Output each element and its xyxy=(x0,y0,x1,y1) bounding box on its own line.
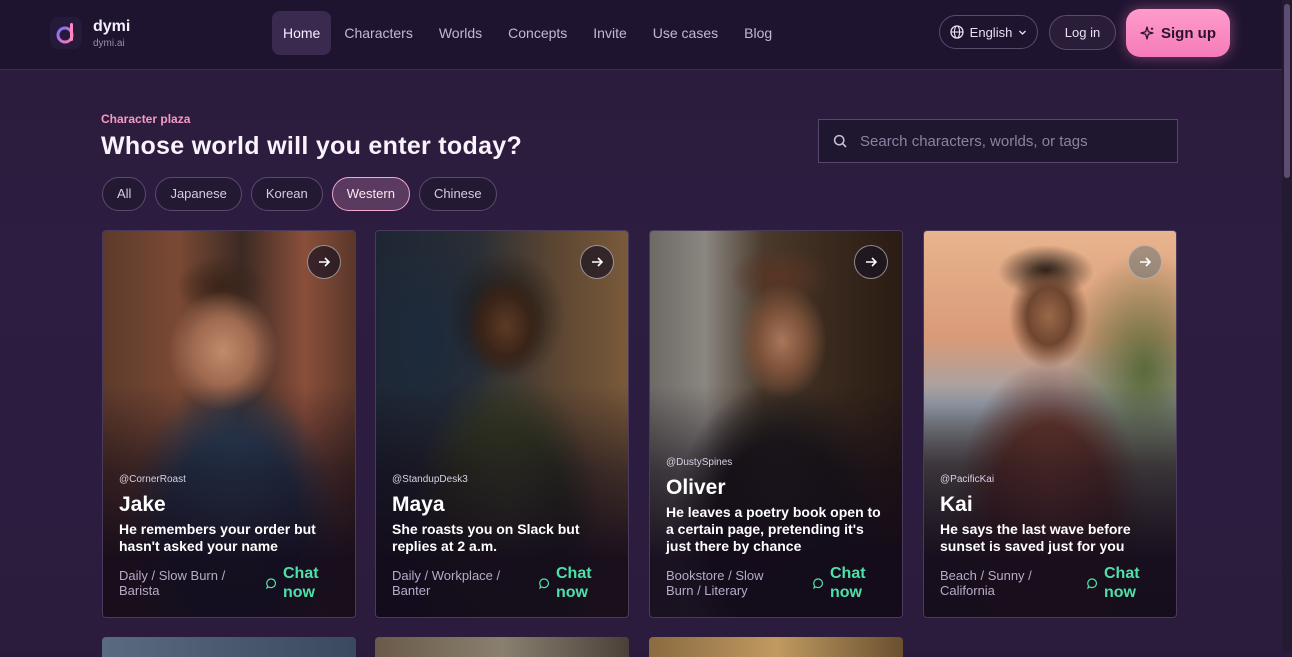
character-tags: Daily / Slow Burn / Barista xyxy=(119,568,226,598)
chat-now-label: Chat now xyxy=(1104,565,1140,601)
character-card-kai[interactable]: @PacificKai Kai He says the last wave be… xyxy=(923,230,1177,618)
filter-korean[interactable]: Korean xyxy=(250,177,323,211)
filter-chinese[interactable]: Chinese xyxy=(418,177,497,211)
chat-now-button[interactable]: Chat now xyxy=(1087,564,1144,602)
nav-worlds[interactable]: Worlds xyxy=(426,11,495,55)
character-card-jake[interactable]: @CornerRoast Jake He remembers your orde… xyxy=(102,230,356,618)
character-tagline: He leaves a poetry book open to a certai… xyxy=(666,504,881,554)
character-tagline: He remembers your order but hasn't asked… xyxy=(119,521,316,554)
region-filters: All Japanese Korean Western Chinese xyxy=(102,177,497,211)
chat-now-label: Chat now xyxy=(283,565,319,601)
character-name: Kai xyxy=(940,493,973,516)
character-tagline: She roasts you on Slack but replies at 2… xyxy=(392,521,580,554)
card-gradient xyxy=(103,231,355,617)
sparkle-icon xyxy=(1140,25,1154,40)
card-gradient xyxy=(376,231,628,617)
chat-bubble-icon xyxy=(1087,577,1098,589)
arrow-right-icon xyxy=(592,257,604,267)
open-card-button[interactable] xyxy=(307,245,341,279)
card-gradient xyxy=(924,231,1176,617)
chevron-down-icon xyxy=(1019,30,1027,35)
chat-now-label: Chat now xyxy=(556,565,592,601)
nav-invite[interactable]: Invite xyxy=(580,11,639,55)
chat-now-button[interactable]: Chat now xyxy=(539,564,596,602)
nav-home[interactable]: Home xyxy=(272,11,332,55)
main-nav: Home Characters Worlds Concepts Invite U… xyxy=(272,11,785,55)
character-handle: @DustySpines xyxy=(666,457,733,468)
chat-now-button[interactable]: Chat now xyxy=(266,564,323,602)
chat-bubble-icon xyxy=(813,577,824,589)
language-label: English xyxy=(969,24,1013,40)
character-tags: Daily / Workplace / Banter xyxy=(392,568,501,598)
character-card-maya[interactable]: @StandupDesk3 Maya She roasts you on Sla… xyxy=(375,230,629,618)
character-name: Maya xyxy=(392,493,445,516)
card-gradient xyxy=(650,231,902,617)
nav-use-cases[interactable]: Use cases xyxy=(640,11,731,55)
filter-japanese[interactable]: Japanese xyxy=(155,177,242,211)
language-selector[interactable]: English xyxy=(939,15,1038,49)
filter-western[interactable]: Western xyxy=(331,177,410,211)
arrow-right-icon xyxy=(1140,257,1152,267)
chat-now-label: Chat now xyxy=(830,565,866,601)
brand-domain: dymi.ai xyxy=(93,38,125,49)
brand-name: dymi xyxy=(93,18,131,35)
character-tags: Beach / Sunny / California xyxy=(940,568,1032,598)
open-card-button[interactable] xyxy=(580,245,614,279)
arrow-right-icon xyxy=(319,257,331,267)
search-icon xyxy=(833,134,847,148)
login-button[interactable]: Log in xyxy=(1049,15,1116,50)
filter-all[interactable]: All xyxy=(102,177,147,211)
globe-icon xyxy=(950,25,964,39)
character-handle: @PacificKai xyxy=(940,474,995,485)
character-card-peek[interactable] xyxy=(375,637,629,657)
nav-characters[interactable]: Characters xyxy=(331,11,425,55)
top-header: dymi dymi.ai Home Characters Worlds Conc… xyxy=(0,0,1282,70)
signup-label: Sign up xyxy=(1161,24,1216,42)
section-eyebrow: Character plaza xyxy=(101,112,191,126)
logo-icon[interactable] xyxy=(50,17,82,49)
character-card-peek[interactable] xyxy=(649,637,903,657)
signup-button[interactable]: Sign up xyxy=(1126,9,1230,57)
chat-bubble-icon xyxy=(266,577,277,589)
character-tagline: He says the last wave before sunset is s… xyxy=(940,521,1131,554)
open-card-button[interactable] xyxy=(854,245,888,279)
chat-now-button[interactable]: Chat now xyxy=(813,564,870,602)
character-tags: Bookstore / Slow Burn / Literary xyxy=(666,568,764,598)
chat-bubble-icon xyxy=(539,577,550,589)
page-scrollbar[interactable] xyxy=(1282,0,1292,651)
nav-concepts[interactable]: Concepts xyxy=(495,11,580,55)
page-title: Whose world will you enter today? xyxy=(101,132,523,160)
character-name: Jake xyxy=(119,493,166,516)
search-bar[interactable] xyxy=(818,119,1178,163)
open-card-button[interactable] xyxy=(1128,245,1162,279)
nav-blog[interactable]: Blog xyxy=(731,11,785,55)
scrollbar-thumb[interactable] xyxy=(1284,4,1290,178)
character-handle: @StandupDesk3 xyxy=(392,474,468,485)
character-name: Oliver xyxy=(666,476,726,499)
character-handle: @CornerRoast xyxy=(119,474,186,485)
search-input[interactable] xyxy=(858,131,1162,151)
arrow-right-icon xyxy=(866,257,878,267)
character-card-oliver[interactable]: @DustySpines Oliver He leaves a poetry b… xyxy=(649,230,903,618)
character-card-peek[interactable] xyxy=(102,637,356,657)
